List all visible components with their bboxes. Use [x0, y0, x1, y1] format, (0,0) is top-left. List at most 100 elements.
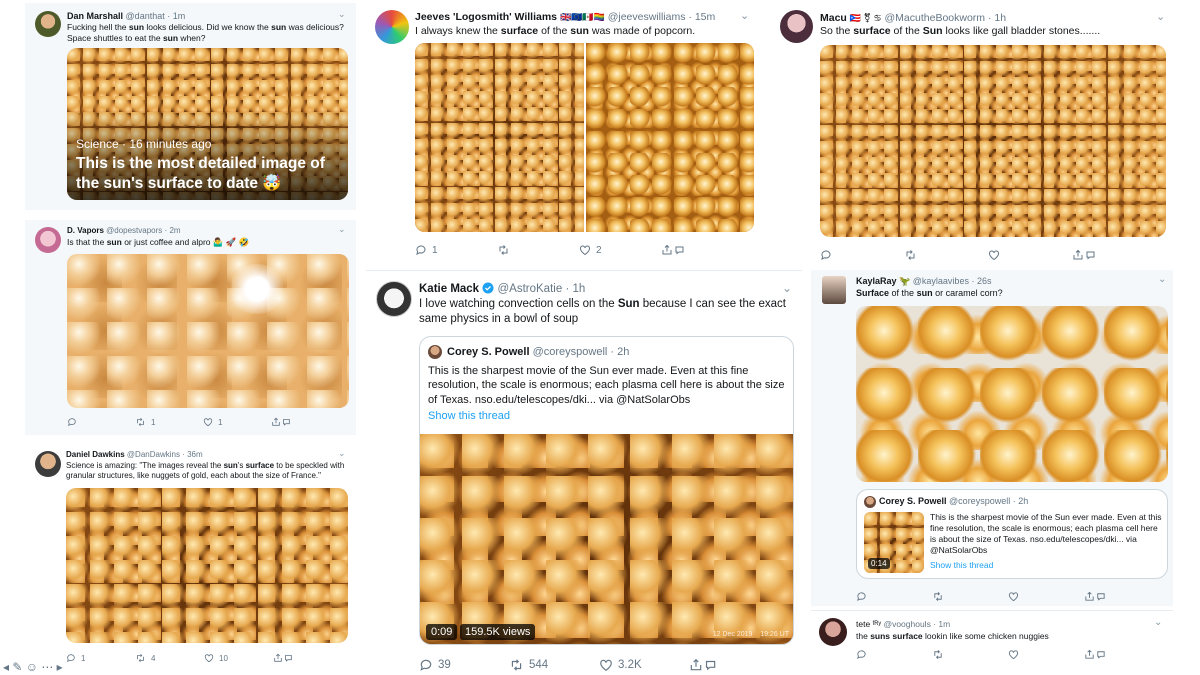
like-button[interactable]: [1008, 649, 1084, 660]
tweet-daniel-dawkins[interactable]: Daniel Dawkins @DanDawkins · 36m ⌄ Scien…: [25, 442, 356, 666]
chevron-down-icon[interactable]: ⌄: [740, 9, 749, 22]
author-handle[interactable]: @MacutheBookworm: [885, 12, 986, 24]
quote-author-name[interactable]: Corey S. Powell: [879, 496, 947, 506]
author-name[interactable]: D. Vapors: [67, 226, 104, 235]
avatar[interactable]: [864, 496, 876, 508]
chevron-down-icon[interactable]: ⌄: [338, 448, 346, 459]
like-button[interactable]: 3.2K: [599, 658, 689, 672]
avatar[interactable]: [35, 227, 61, 253]
author-name[interactable]: Katie Mack: [419, 283, 479, 295]
popcorn-image[interactable]: [585, 43, 754, 232]
reply-button[interactable]: 1: [66, 653, 135, 663]
timestamp[interactable]: 1h: [994, 12, 1006, 24]
quote-author-name[interactable]: Corey S. Powell: [447, 346, 530, 358]
tweet-jeeves-williams[interactable]: Jeeves 'Logosmith' Williams 🇬🇧🇪🇺🇲🇽🏳️‍🌈 @…: [366, 3, 768, 265]
viewer-nav-icons[interactable]: ◂ ✎ ☺ ⋯ ▸: [3, 660, 63, 674]
author-name[interactable]: Dan Marshall: [67, 11, 123, 21]
retweet-button[interactable]: 544: [509, 658, 599, 672]
retweet-button[interactable]: [932, 649, 1008, 660]
chevron-down-icon[interactable]: ⌄: [338, 224, 346, 235]
timestamp[interactable]: 1m: [173, 11, 186, 21]
tweet-image[interactable]: [820, 45, 1166, 237]
avatar[interactable]: [375, 10, 409, 44]
author-handle[interactable]: @AstroKatie: [498, 283, 563, 295]
avatar[interactable]: [819, 618, 847, 646]
chevron-down-icon[interactable]: ⌄: [1158, 274, 1166, 285]
like-button[interactable]: 2: [579, 244, 661, 256]
author-name[interactable]: Jeeves 'Logosmith' Williams: [415, 11, 557, 23]
avatar[interactable]: [428, 345, 442, 359]
chevron-down-icon[interactable]: ⌄: [338, 9, 346, 20]
chevron-down-icon[interactable]: ⌄: [1154, 617, 1162, 628]
quote-timestamp[interactable]: 2h: [1018, 496, 1028, 506]
avatar[interactable]: [822, 276, 846, 304]
reply-button[interactable]: [820, 249, 904, 261]
reply-button[interactable]: [67, 417, 135, 427]
quoted-tweet[interactable]: Corey S. Powell @coreyspowell · 2h This …: [419, 336, 794, 645]
reply-button[interactable]: 1: [415, 244, 497, 256]
video-thumbnail[interactable]: 0:14: [864, 512, 924, 573]
like-icon: [600, 659, 612, 671]
retweet-button[interactable]: 1: [135, 417, 203, 427]
tweet-tete[interactable]: tete ᶠᴿʸ @vooghouls · 1m ⌄ the suns surf…: [811, 610, 1173, 670]
quoted-tweet[interactable]: Corey S. Powell @coreyspowell · 2h 0:14 …: [856, 489, 1168, 579]
author-name[interactable]: tete ᶠᴿʸ: [856, 619, 881, 629]
reply-button[interactable]: 39: [419, 658, 509, 672]
author-name[interactable]: Daniel Dawkins: [66, 450, 125, 459]
reply-button[interactable]: [856, 649, 932, 660]
retweet-button[interactable]: 4: [135, 653, 204, 663]
timestamp[interactable]: 2m: [169, 226, 180, 235]
tweet-image[interactable]: [66, 488, 348, 643]
share-button[interactable]: [271, 417, 291, 427]
avatar[interactable]: [35, 451, 61, 477]
timestamp[interactable]: 1h: [572, 283, 585, 295]
avatar[interactable]: [35, 11, 61, 37]
share-button[interactable]: [1084, 649, 1106, 660]
like-button[interactable]: 10: [204, 653, 273, 663]
share-button[interactable]: [661, 244, 685, 256]
timestamp[interactable]: 1m: [938, 619, 950, 629]
tweet-macu[interactable]: Macu 🇵🇷 ⚧ ♋ @MacutheBookworm · 1h ⌄ So t…: [772, 3, 1182, 266]
author-handle[interactable]: @kaylaavibes: [913, 276, 969, 286]
chevron-down-icon[interactable]: ⌄: [782, 281, 792, 295]
sun-image[interactable]: [415, 43, 584, 232]
show-thread-link[interactable]: Show this thread: [930, 560, 993, 571]
quote-timestamp[interactable]: 2h: [617, 346, 629, 358]
video-player[interactable]: 0:09 159.5K views 12 Dec 2019 19:26 UT: [420, 434, 793, 644]
quote-author-handle[interactable]: @coreyspowell: [949, 496, 1010, 506]
link-card[interactable]: Science · 16 minutes ago This is the mos…: [67, 48, 348, 200]
retweet-button[interactable]: [932, 591, 1008, 602]
reply-button[interactable]: [856, 591, 932, 602]
share-button[interactable]: [1072, 249, 1096, 261]
author-name[interactable]: Macu: [820, 12, 847, 24]
share-button[interactable]: [273, 653, 293, 663]
author-name[interactable]: KaylaRay: [856, 276, 897, 286]
author-handle[interactable]: @DanDawkins: [127, 450, 180, 459]
avatar[interactable]: [780, 10, 813, 43]
author-handle[interactable]: @jeeveswilliams: [608, 11, 686, 23]
share-button[interactable]: [689, 658, 717, 672]
tweet-d-vapors[interactable]: D. Vapors @dopestvapors · 2m ⌄ Is that t…: [25, 220, 356, 435]
tweet-katie-mack[interactable]: Katie Mack @AstroKatie · 1h ⌄ I love wat…: [366, 272, 802, 675]
show-thread-link[interactable]: Show this thread: [428, 409, 510, 423]
retweet-button[interactable]: [904, 249, 988, 261]
share-button[interactable]: [1084, 591, 1106, 602]
like-button[interactable]: [988, 249, 1072, 261]
author-handle[interactable]: @dopestvapors: [106, 226, 162, 235]
timestamp[interactable]: 15m: [695, 11, 715, 23]
timestamp[interactable]: 26s: [977, 276, 992, 286]
retweet-button[interactable]: [497, 244, 579, 256]
avatar[interactable]: [376, 281, 412, 317]
author-handle[interactable]: @vooghouls: [883, 619, 930, 629]
like-button[interactable]: 1: [203, 417, 271, 427]
like-button[interactable]: [1008, 591, 1084, 602]
tweet-kaylaray[interactable]: KaylaRay 🦖 @kaylaavibes · 26s ⌄ Surface …: [811, 270, 1173, 606]
quote-author-handle[interactable]: @coreyspowell: [533, 346, 608, 358]
chevron-down-icon[interactable]: ⌄: [1156, 10, 1165, 23]
timestamp[interactable]: 36m: [187, 450, 203, 459]
tweet-dan-marshall[interactable]: Dan Marshall @danthat · 1m ⌄ Fucking hel…: [25, 3, 356, 210]
tweet-image[interactable]: [67, 254, 349, 408]
tweet-image-pair[interactable]: [415, 43, 754, 232]
author-handle[interactable]: @danthat: [126, 11, 165, 21]
tweet-image[interactable]: [856, 306, 1168, 482]
